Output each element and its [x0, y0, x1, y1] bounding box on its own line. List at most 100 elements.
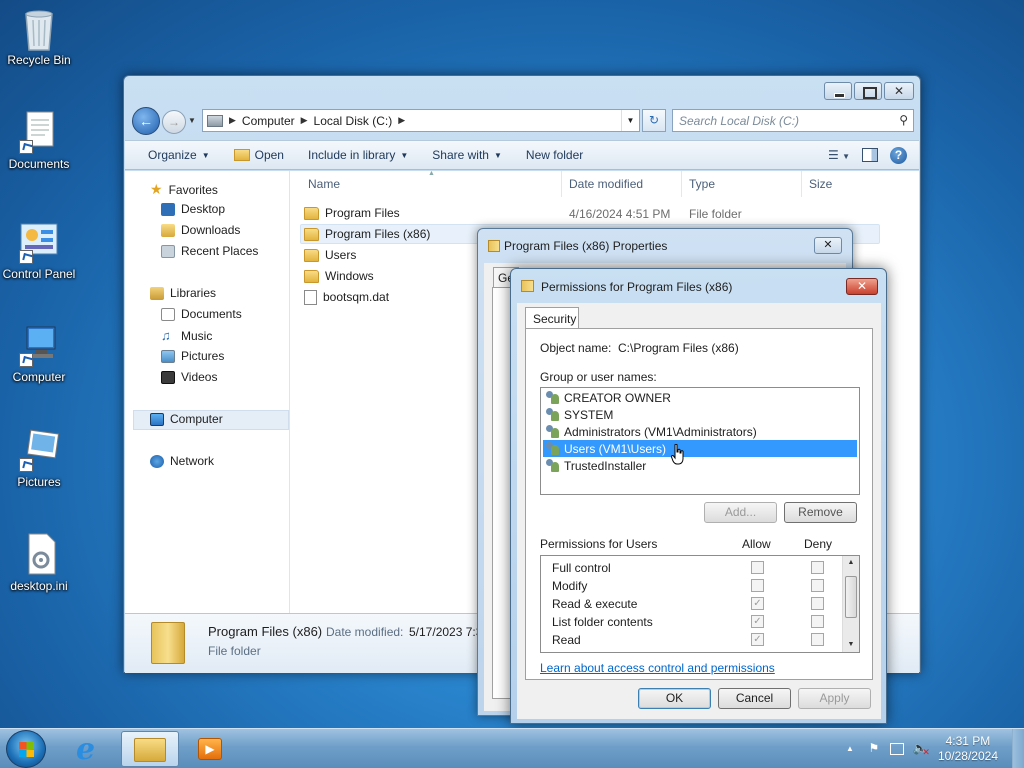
nav-lib-videos[interactable]: Videos [161, 370, 217, 384]
new-folder-button[interactable]: New folder [514, 148, 595, 162]
desktop-icon-recycle-bin[interactable]: Recycle Bin [0, 6, 79, 67]
computer-nav-icon [150, 412, 164, 426]
user-list-item-selected[interactable]: Users (VM1\Users) [543, 440, 857, 457]
nav-lib-music[interactable]: ♫ Music [161, 328, 212, 343]
nav-favorites[interactable]: ★ Favorites [150, 181, 218, 198]
permissions-body: Security Object name: C:\Program Files (… [517, 303, 881, 719]
desktop-icon-documents[interactable]: Documents [0, 110, 79, 171]
organize-button[interactable]: Organize ▼ [125, 148, 222, 162]
close-button[interactable]: ✕ [814, 237, 842, 254]
user-list-item[interactable]: Administrators (VM1\Administrators) [545, 423, 859, 440]
chevron-right-icon[interactable]: ▶ [301, 115, 308, 126]
nav-computer[interactable]: Computer [150, 412, 223, 426]
deny-checkbox[interactable] [811, 579, 824, 592]
preview-pane-icon[interactable] [862, 148, 878, 162]
deny-checkbox[interactable] [811, 597, 824, 610]
file-row[interactable]: Program Files [304, 203, 400, 223]
file-row[interactable]: bootsqm.dat [304, 287, 389, 307]
nav-network[interactable]: Network [150, 454, 214, 468]
desktop-icon-control-panel[interactable]: Control Panel [0, 220, 79, 281]
desktop-icon-computer[interactable]: Computer [0, 323, 79, 384]
recent-pages-dropdown[interactable]: ▼ [188, 116, 196, 125]
nav-libraries[interactable]: Libraries [150, 286, 216, 300]
scroll-up-icon[interactable]: ▲ [843, 556, 859, 570]
close-button[interactable] [884, 82, 914, 100]
column-divider[interactable] [561, 171, 562, 197]
new-folder-label: New folder [525, 148, 584, 162]
scroll-down-icon[interactable]: ▼ [843, 638, 859, 652]
view-options-icon[interactable]: ☰ ▼ [828, 148, 850, 162]
nav-recent-places[interactable]: Recent Places [161, 244, 258, 258]
security-panel: Object name: C:\Program Files (x86) Grou… [525, 328, 873, 680]
allow-checkbox[interactable] [751, 561, 764, 574]
breadcrumb-computer[interactable]: Computer [242, 114, 295, 128]
column-header-size[interactable]: Size [809, 177, 832, 191]
taskbar-media-player[interactable]: ▶ [182, 731, 240, 767]
nav-lib-pictures[interactable]: Pictures [161, 349, 224, 363]
file-row[interactable]: Users [304, 245, 356, 265]
navigation-bar: ← → ▼ ▶ Computer ▶ Local Disk (C:) ▶ ▼ ↻… [130, 106, 914, 136]
help-icon[interactable]: ? [890, 146, 907, 164]
allow-checkbox-checked[interactable]: ✓ [751, 615, 764, 628]
show-desktop-button[interactable] [1012, 729, 1024, 768]
show-hidden-icons-icon[interactable]: ▲ [842, 741, 858, 757]
add-button[interactable]: Add... [704, 502, 777, 523]
include-in-library-button[interactable]: Include in library ▼ [296, 148, 420, 162]
clock[interactable]: 4:31 PM 10/28/2024 [938, 734, 998, 764]
search-icon[interactable]: ⚲ [899, 113, 908, 127]
cancel-button[interactable]: Cancel [718, 688, 791, 709]
chevron-right-icon[interactable]: ▶ [229, 115, 236, 126]
allow-checkbox-checked[interactable]: ✓ [751, 633, 764, 646]
taskbar-windows-explorer[interactable] [121, 731, 179, 767]
desktop-icon-desktop-ini[interactable]: desktop.ini [0, 532, 79, 593]
address-bar[interactable]: ▶ Computer ▶ Local Disk (C:) ▶ ▼ [202, 109, 640, 132]
nav-recent-places-label: Recent Places [181, 244, 259, 258]
minimize-button[interactable] [824, 82, 852, 100]
tab-security[interactable]: Security [525, 307, 579, 329]
user-list-item[interactable]: TrustedInstaller [545, 457, 859, 474]
share-with-button[interactable]: Share with ▼ [420, 148, 514, 162]
deny-checkbox[interactable] [811, 561, 824, 574]
refresh-button[interactable]: ↻ [642, 109, 666, 132]
remove-button[interactable]: Remove [784, 502, 857, 523]
permissions-scrollbar[interactable]: ▲ ▼ [842, 556, 859, 652]
allow-checkbox[interactable] [751, 579, 764, 592]
maximize-button[interactable] [854, 82, 882, 100]
close-button[interactable]: ✕ [846, 278, 878, 295]
chevron-right-icon[interactable]: ▶ [398, 115, 405, 126]
nav-lib-documents[interactable]: Documents [161, 307, 242, 321]
learn-more-link[interactable]: Learn about access control and permissio… [540, 661, 775, 675]
scroll-thumb[interactable] [845, 576, 857, 618]
column-divider[interactable] [681, 171, 682, 197]
address-dropdown[interactable]: ▼ [621, 110, 639, 131]
back-button[interactable]: ← [132, 107, 160, 135]
volume-muted-icon[interactable]: 🔈 ✕ [912, 741, 929, 757]
user-list-item[interactable]: SYSTEM [545, 406, 859, 423]
forward-button[interactable]: → [162, 110, 186, 134]
open-button[interactable]: Open [222, 148, 296, 162]
apply-button[interactable]: Apply [798, 688, 871, 709]
column-header-name[interactable]: Name [308, 177, 340, 191]
column-divider[interactable] [801, 171, 802, 197]
user-list-item[interactable]: CREATOR OWNER [545, 389, 859, 406]
deny-checkbox[interactable] [811, 615, 824, 628]
ok-button[interactable]: OK [638, 688, 711, 709]
breadcrumb-local-disk[interactable]: Local Disk (C:) [314, 114, 393, 128]
allow-checkbox-checked[interactable]: ✓ [751, 597, 764, 610]
file-row[interactable]: Program Files (x86) [304, 224, 430, 244]
search-input[interactable]: Search Local Disk (C:) ⚲ [672, 109, 914, 132]
column-header-date-modified[interactable]: Date modified [569, 177, 643, 191]
users-icon [545, 459, 560, 472]
folder-icon [304, 248, 319, 262]
network-tray-icon[interactable] [889, 743, 904, 755]
deny-checkbox[interactable] [811, 633, 824, 646]
nav-downloads[interactable]: Downloads [161, 223, 240, 237]
nav-desktop[interactable]: Desktop [161, 202, 225, 216]
taskbar-internet-explorer[interactable]: e [62, 731, 120, 767]
file-row[interactable]: Windows [304, 266, 374, 286]
action-center-flag-icon[interactable]: ⚑ [866, 741, 882, 757]
user-list[interactable]: CREATOR OWNER SYSTEM Administrators (VM1… [540, 387, 860, 495]
column-header-type[interactable]: Type [689, 177, 715, 191]
desktop-icon-pictures[interactable]: Pictures [0, 428, 79, 489]
start-button[interactable] [6, 730, 46, 768]
